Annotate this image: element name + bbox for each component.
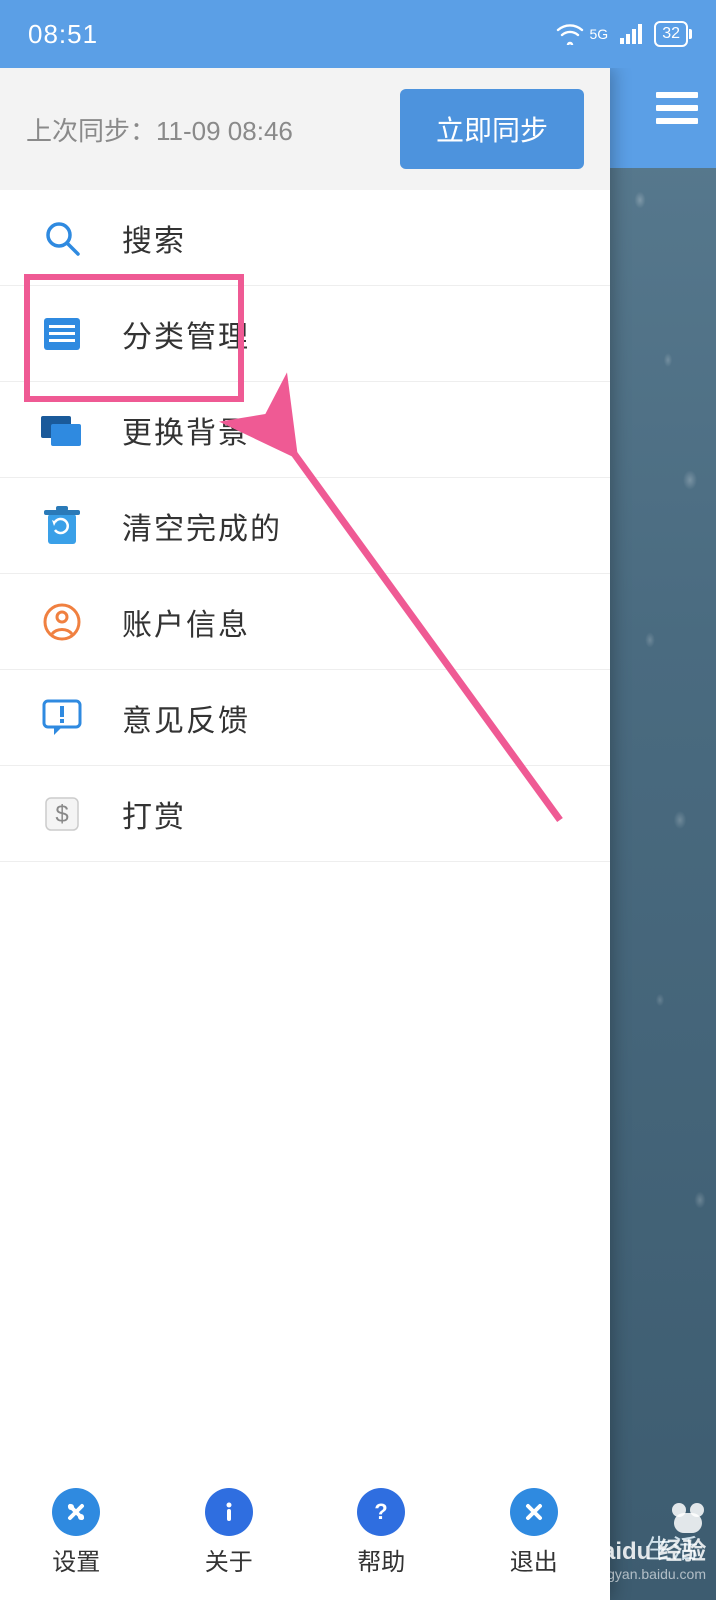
menu-label: 分类管理 xyxy=(122,312,250,356)
tab-settings[interactable]: 设置 xyxy=(52,1488,100,1577)
tab-about[interactable]: 关于 xyxy=(205,1488,253,1577)
menu-item-category[interactable]: 分类管理 xyxy=(0,286,610,382)
status-time: 08:51 xyxy=(28,19,98,50)
feedback-icon xyxy=(40,696,84,740)
search-icon xyxy=(40,216,84,260)
tab-label: 关于 xyxy=(205,1542,253,1577)
tab-label: 帮助 xyxy=(357,1542,405,1577)
sync-row: 上次同步：11-09 08:46 立即同步 xyxy=(0,68,610,190)
menu-label: 搜索 xyxy=(122,216,186,260)
tab-help[interactable]: ? 帮助 xyxy=(357,1488,405,1577)
menu-list: 搜索 分类管理 更换背景 清空完成的 xyxy=(0,190,610,862)
menu-item-feedback[interactable]: 意见反馈 xyxy=(0,670,610,766)
help-icon: ? xyxy=(357,1488,405,1536)
bottom-tabs: 设置 关于 ? 帮助 退出 xyxy=(0,1464,610,1600)
tab-label: 退出 xyxy=(510,1542,558,1577)
exit-icon xyxy=(510,1488,558,1536)
menu-label: 清空完成的 xyxy=(122,504,282,548)
drawer-panel: 上次同步：11-09 08:46 立即同步 搜索 分类管理 xyxy=(0,68,610,1600)
menu-item-search[interactable]: 搜索 xyxy=(0,190,610,286)
account-icon xyxy=(40,600,84,644)
settings-icon xyxy=(52,1488,100,1536)
menu-label: 打赏 xyxy=(122,792,186,836)
menu-label: 更换背景 xyxy=(122,408,250,452)
sync-time: 11-09 08:46 xyxy=(156,116,293,146)
info-icon xyxy=(205,1488,253,1536)
tab-label: 设置 xyxy=(52,1542,100,1577)
side-category-label: 生活 xyxy=(646,1529,698,1566)
wifi-icon xyxy=(556,23,584,45)
last-sync-text: 上次同步：11-09 08:46 xyxy=(26,111,293,148)
signal-icon xyxy=(620,24,644,44)
hamburger-icon[interactable] xyxy=(656,92,698,124)
menu-item-account[interactable]: 账户信息 xyxy=(0,574,610,670)
trash-icon xyxy=(40,504,84,548)
menu-item-clear-done[interactable]: 清空完成的 xyxy=(0,478,610,574)
dollar-icon: $ xyxy=(40,792,84,836)
battery-level: 32 xyxy=(662,25,680,43)
tab-exit[interactable]: 退出 xyxy=(510,1488,558,1577)
status-bar: 08:51 5G 32 xyxy=(0,0,716,68)
sync-now-button[interactable]: 立即同步 xyxy=(400,89,584,169)
svg-text:$: $ xyxy=(55,801,68,828)
menu-item-tip[interactable]: $ 打赏 xyxy=(0,766,610,862)
status-right: 5G 32 xyxy=(556,21,688,47)
screen: 08:51 5G 32 上次同步：11-09 08:46 立即同步 xyxy=(0,0,716,1600)
network-label: 5G xyxy=(590,26,609,42)
menu-label: 意见反馈 xyxy=(122,696,250,740)
list-icon xyxy=(40,312,84,356)
menu-item-background[interactable]: 更换背景 xyxy=(0,382,610,478)
menu-label: 账户信息 xyxy=(122,600,250,644)
sync-prefix: 上次同步： xyxy=(26,116,156,146)
background-icon xyxy=(40,408,84,452)
svg-text:?: ? xyxy=(375,1499,388,1524)
battery-indicator: 32 xyxy=(654,21,688,47)
